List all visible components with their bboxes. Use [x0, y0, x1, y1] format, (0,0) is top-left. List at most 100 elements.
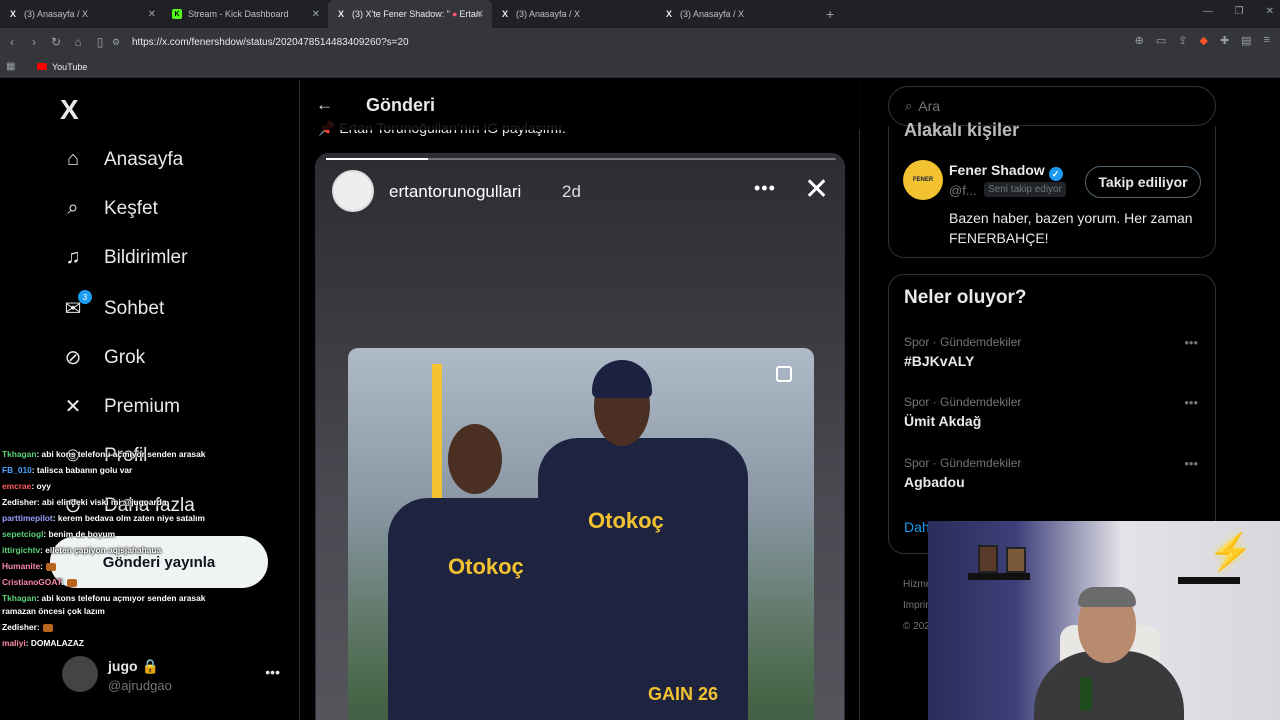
wall-shelf: [968, 573, 1030, 580]
account-name: jugo: [108, 658, 138, 674]
back-icon[interactable]: ‹: [2, 35, 22, 49]
bookmarks-bar: ▦ YouTube: [0, 56, 1280, 78]
brave-shield-icon[interactable]: ◆: [1199, 34, 1207, 47]
unread-badge: 3: [78, 290, 92, 304]
chat-message: Tkhagan: abi kons telefonu açmıyor sende…: [2, 448, 232, 461]
restore-icon[interactable]: ❐: [1235, 6, 1244, 17]
close-icon[interactable]: ✕: [476, 9, 484, 20]
streamer-hair: [1078, 587, 1136, 607]
tab-5[interactable]: X (3) Anasayfa / X: [656, 0, 820, 28]
follows-you-badge: Seni takip ediyor: [984, 182, 1066, 197]
post-header: ← Gönderi: [300, 80, 860, 130]
story-close-icon: ✕: [804, 173, 830, 206]
chat-text: : abi elindeki viski mi @jugoarda: [36, 497, 167, 507]
tab-2[interactable]: K Stream - Kick Dashboard ✕: [164, 0, 328, 28]
window-close-icon[interactable]: ✕: [1266, 6, 1274, 17]
chat-text: :: [60, 577, 64, 587]
avatar[interactable]: FENER: [903, 160, 943, 200]
nav-grok[interactable]: ⊘ Grok: [60, 345, 146, 370]
following-button[interactable]: Takip ediliyor: [1085, 166, 1201, 198]
youtube-icon: [37, 63, 47, 70]
tab-3[interactable]: X (3) X'te Fener Shadow: " ● Ertan ✕: [328, 0, 492, 28]
menu-icon[interactable]: ≡: [1264, 34, 1270, 47]
close-icon[interactable]: ✕: [312, 9, 320, 20]
trend-item[interactable]: Spor · Gündemdekiler Ümit Akdağ •••: [904, 395, 1204, 429]
story-time: 2d: [562, 182, 581, 201]
window-controls: — ❐ ✕: [1203, 6, 1274, 17]
profile-name-row[interactable]: Fener Shadow ✓: [949, 162, 1063, 181]
forward-icon[interactable]: ›: [24, 35, 44, 49]
nav-explore[interactable]: ⌕ Keşfet: [60, 197, 157, 220]
toolbar-actions: ⊕ ▭ ⇪ ◆ ✚ ▤ ≡: [1135, 34, 1270, 47]
kick-favicon-icon: K: [172, 9, 182, 19]
chat-username: FB_010: [2, 465, 32, 475]
chat-text: : abi kons telefonu açmıyor senden arasa…: [36, 449, 206, 459]
trend-item[interactable]: Spor · Gündemdekiler Agbadou •••: [904, 456, 1204, 490]
tab-4-label: (3) Anasayfa / X: [516, 9, 581, 19]
wall-frame: [1006, 547, 1026, 573]
story-username: ertantorunogullari: [389, 182, 522, 201]
grok-icon: ⊘: [64, 347, 82, 369]
trend-item[interactable]: Spor · Gündemdekiler #BJKvALY •••: [904, 335, 1204, 369]
chat-message: maliyi: DOMALAZAZ: [2, 637, 232, 650]
browser-toolbar: ‹ › ↻ ⌂ ▯ ⚙ https://x.com/fenershdow/sta…: [0, 28, 1280, 56]
account-more-icon[interactable]: •••: [265, 664, 280, 680]
wall-shelf: [1178, 577, 1240, 584]
sponsor-text-right: Otokoç: [588, 508, 664, 533]
emote-icon: [45, 562, 56, 571]
share-icon[interactable]: ⇪: [1178, 34, 1187, 47]
more-icon[interactable]: •••: [1184, 335, 1198, 350]
player-left-head: [448, 424, 502, 494]
wall-frame: [978, 545, 998, 573]
chat-username: Humanite: [2, 561, 41, 571]
story-more-icon: •••: [754, 178, 776, 198]
sponsor-text-gain: GAIN 26: [648, 684, 719, 704]
nav-messages[interactable]: ✉ 3 Sohbet: [60, 290, 165, 321]
profile-name: Fener Shadow: [949, 162, 1045, 178]
x-logo-icon[interactable]: X: [60, 94, 79, 126]
nav-home[interactable]: ⌂ Anasayfa: [60, 148, 183, 171]
sidebar-icon[interactable]: ▤: [1241, 34, 1251, 47]
related-people-card: Alakalı kişiler FENER Fener Shadow ✓ @f..…: [888, 120, 1216, 258]
emote-icon: [66, 578, 77, 587]
apps-grid-icon[interactable]: ▦: [6, 61, 15, 72]
more-icon[interactable]: •••: [1184, 395, 1198, 410]
back-arrow-icon[interactable]: ←: [316, 95, 356, 115]
nav-home-label: Anasayfa: [104, 148, 184, 170]
chat-username: sepetciogl: [2, 529, 44, 539]
webcam-overlay: ⚡: [928, 521, 1280, 720]
nav-premium[interactable]: ✕ Premium: [60, 394, 180, 419]
bookmark-icon[interactable]: ▯: [90, 35, 110, 49]
x-favicon-icon: X: [337, 9, 344, 19]
chat-username: maliyi: [2, 638, 26, 648]
close-icon[interactable]: ✕: [148, 9, 156, 20]
nav-notifications[interactable]: ♫ Bildirimler: [60, 246, 188, 269]
nav-messages-label: Sohbet: [104, 297, 165, 319]
extensions-icon[interactable]: ✚: [1220, 34, 1229, 47]
player-right: [538, 438, 748, 720]
bookmark-youtube[interactable]: YouTube: [52, 62, 87, 72]
minimize-icon[interactable]: —: [1203, 6, 1213, 17]
more-icon[interactable]: •••: [1184, 456, 1198, 471]
cast-icon[interactable]: ▭: [1156, 34, 1166, 47]
mail-icon: ✉ 3: [60, 290, 92, 321]
home-browser-icon[interactable]: ⌂: [68, 35, 88, 49]
emote-icon: [42, 623, 53, 632]
stream-chat-overlay: Tkhagan: abi kons telefonu açmıyor sende…: [2, 448, 232, 653]
chat-text: : kerem bedava olm zaten niye satalım: [52, 513, 205, 523]
zoom-icon[interactable]: ⊕: [1135, 34, 1144, 47]
tab-5-label: (3) Anasayfa / X: [680, 9, 745, 19]
reload-icon[interactable]: ↻: [46, 35, 66, 49]
tab-1[interactable]: X (3) Anasayfa / X ✕: [0, 0, 164, 28]
account-handle: @ajrudgao: [108, 678, 172, 693]
tab-3-label: (3) X'te Fener Shadow: ": [352, 9, 450, 19]
site-info-icon[interactable]: ⚙: [112, 37, 122, 47]
account-switcher[interactable]: jugo 🔒 @ajrudgao •••: [62, 654, 292, 698]
new-tab-button[interactable]: +: [826, 6, 834, 22]
chat-text: : oyy: [31, 481, 51, 491]
chat-text: :: [40, 561, 43, 571]
post-media[interactable]: ertantorunogullari 2d ••• ✕ Otokoç Otoko…: [315, 153, 845, 720]
chat-message: Zedisher:: [2, 621, 232, 634]
tab-4[interactable]: X (3) Anasayfa / X: [492, 0, 656, 28]
address-bar[interactable]: ⚙ https://x.com/fenershdow/status/202047…: [112, 31, 1107, 53]
